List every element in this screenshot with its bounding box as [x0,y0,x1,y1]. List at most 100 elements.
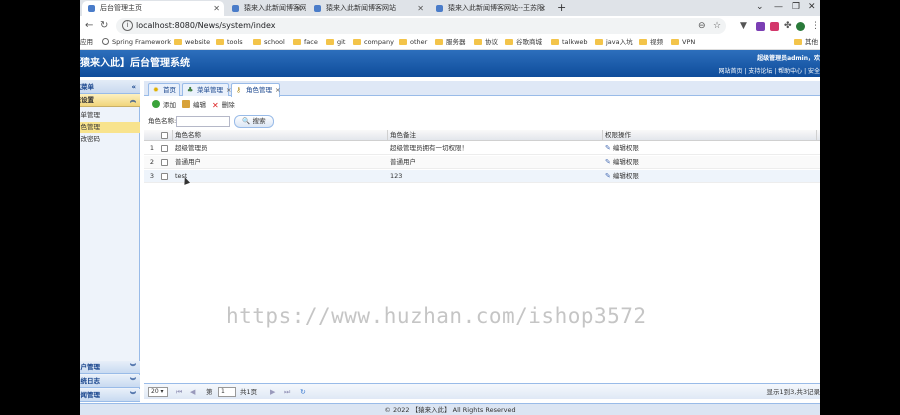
close-tab-icon[interactable]: ✕ [213,1,220,16]
bookmark-others[interactable]: 其他 [794,36,818,49]
close-tab-icon[interactable]: ✕ [295,1,302,16]
browser-tab-news-1[interactable]: 猿来入此新闻博客网站 ✕ [226,1,306,16]
row-number: 3 [149,172,155,180]
chevron-down-icon: ︾ [129,364,136,371]
edit-permission-link[interactable]: ✎ 编辑权限 [605,142,639,155]
tab-home[interactable]: ✹ 首页 [148,83,180,96]
tab-search-icon[interactable]: ⌄ [756,0,764,15]
last-page-icon[interactable]: ⏭ [284,384,290,400]
close-tab-icon[interactable]: × [275,86,280,94]
bookmark-other[interactable]: other [399,36,427,49]
close-window-icon[interactable]: ✕ [808,0,816,15]
bookmark-apps[interactable]: 应用 [80,36,93,49]
column-permission-action[interactable]: 权限操作 [605,130,631,141]
sidebar-section-system[interactable]: 系统设置 ︽ [80,94,140,107]
collapse-sidebar-icon[interactable]: « [131,80,136,94]
sidebar-section-logs[interactable]: 系统日志 ︾ [80,375,140,388]
delete-button[interactable]: ✕ 删除 [212,99,235,112]
sidebar-item-role[interactable]: 角色管理 [80,122,140,133]
pencil-icon [182,100,190,108]
browser-tab-admin-home[interactable]: 后台管理主页 ✕ [82,1,224,16]
table-row[interactable]: 2 普通用户 普通用户 ✎ 编辑权限 [144,156,820,169]
browser-tab-news-2[interactable]: 猿来入此新闻博客网站 ✕ [308,1,428,16]
reload-icon[interactable]: ↻ [100,19,108,33]
address-bar[interactable]: i localhost:8080/News/system/index ⊖ ☆ [116,18,726,34]
bookmark-face[interactable]: face [293,36,318,49]
bookmark-google-store[interactable]: 谷歌商城 [505,36,542,49]
sidebar-item-menu[interactable]: 菜单管理 [80,110,140,121]
bulb-icon: ✹ [153,86,159,94]
sidebar-section-users[interactable]: 用户管理 ︾ [80,361,140,374]
role-name: 超级管理员 [175,144,208,152]
bookmark-talkweb[interactable]: talkweb [551,36,588,49]
browser-tab-title: 后台管理主页 [100,4,142,12]
minimize-icon[interactable]: — [774,0,783,15]
extension-purple-icon[interactable] [756,22,765,31]
page-size-select[interactable]: 20 ▾ [148,387,168,397]
bookmark-website[interactable]: website [174,36,210,49]
chevron-up-icon: ︽ [129,97,136,104]
bookmark-git[interactable]: git [326,36,345,49]
bookmark-java[interactable]: java入坑 [595,36,633,49]
close-tab-icon[interactable]: ✕ [417,1,424,16]
bookmark-spring[interactable]: Spring Framework [102,36,171,49]
app-title: 猿来入此】后台管理系统 [80,58,190,69]
new-tab-button[interactable]: + [557,0,566,15]
role-name-input[interactable] [176,116,230,127]
refresh-icon[interactable]: ↻ [300,384,306,400]
next-page-icon[interactable]: ▶ [270,384,275,400]
back-icon[interactable]: ← [85,19,93,33]
edit-button[interactable]: 编辑 [182,99,206,111]
sidebar-section-news[interactable]: 新闻管理 ︾ [80,389,140,402]
folder-icon [174,39,182,45]
chevron-down-icon: ︾ [129,392,136,399]
zoom-icon[interactable]: ⊖ [698,19,706,33]
column-role-remark[interactable]: 角色备注 [390,130,416,141]
tab-role-manage[interactable]: ⚷ 角色管理 × [231,83,280,97]
profile-avatar-icon[interactable] [796,22,805,31]
row-checkbox[interactable] [161,173,168,180]
select-all-checkbox[interactable] [161,132,168,139]
page-footer: © 2022 【猿来入此】 All Rights Reserved [80,403,820,415]
folder-icon [216,39,224,45]
extensions-puzzle-icon[interactable]: ✤ [784,19,792,33]
extension-red-icon[interactable] [770,22,779,31]
row-checkbox[interactable] [161,159,168,166]
bookmark-company[interactable]: company [353,36,394,49]
bookmark-server[interactable]: 服务器 [435,36,466,49]
bookmark-vpn[interactable]: VPN [671,36,695,49]
search-button[interactable]: 🔍 搜索 [234,115,274,128]
folder-icon [639,39,647,45]
browser-tab-news-3[interactable]: 猿来入此新闻博客网站--王苏阳 ✕ [430,1,550,16]
row-number: 2 [149,158,155,166]
prev-page-icon[interactable]: ◀ [190,384,195,400]
table-row[interactable]: 1 超级管理员 超级管理员拥有一切权限！ ✎ 编辑权限 [144,142,820,155]
sidebar-item-password[interactable]: 修改密码 [80,134,140,145]
pagination-bar: 20 ▾ ⏮ ◀ 第 1 共1页 ▶ ⏭ ↻ 显示1到3,共3记录 [144,383,820,399]
tab-menu-manage[interactable]: ♣ 菜单管理 × [182,83,231,96]
grid-header: 角色名称 角色备注 权限操作 [144,130,820,141]
table-row[interactable]: 3 test 123 ✎ 编辑权限 [144,170,820,183]
add-button[interactable]: 添加 [152,99,176,111]
column-role-name[interactable]: 角色名称 [175,130,201,141]
browser-menu-icon[interactable]: ⋮ [811,19,820,33]
row-checkbox[interactable] [161,145,168,152]
bookmark-tools[interactable]: tools [216,36,243,49]
close-tab-icon[interactable]: ✕ [539,1,546,16]
edit-permission-link[interactable]: ✎ 编辑权限 [605,170,639,183]
app-header: 猿来入此】后台管理系统 超级管理员admin，欢 网站首页 | 支持论坛 | 帮… [80,50,820,77]
page-number-input[interactable]: 1 [218,387,236,397]
bookmark-star-icon[interactable]: ☆ [713,19,721,33]
bookmark-video[interactable]: 视频 [639,36,663,49]
edit-permission-link[interactable]: ✎ 编辑权限 [605,156,639,169]
first-page-icon[interactable]: ⏮ [176,384,182,400]
header-links[interactable]: 网站首页 | 支持论坛 | 帮助中心 | 安全 [718,66,820,75]
folder-icon [671,39,679,45]
extension-filter-icon[interactable]: ▼ [740,19,747,33]
bookmark-school[interactable]: school [253,36,285,49]
site-info-icon[interactable]: i [122,20,133,31]
maximize-icon[interactable]: ❐ [792,0,800,15]
browser-tab-title: 猿来入此新闻博客网站--王苏阳 [448,4,545,12]
bookmark-protocol[interactable]: 协议 [474,36,498,49]
key-icon: ⚷ [236,86,242,94]
